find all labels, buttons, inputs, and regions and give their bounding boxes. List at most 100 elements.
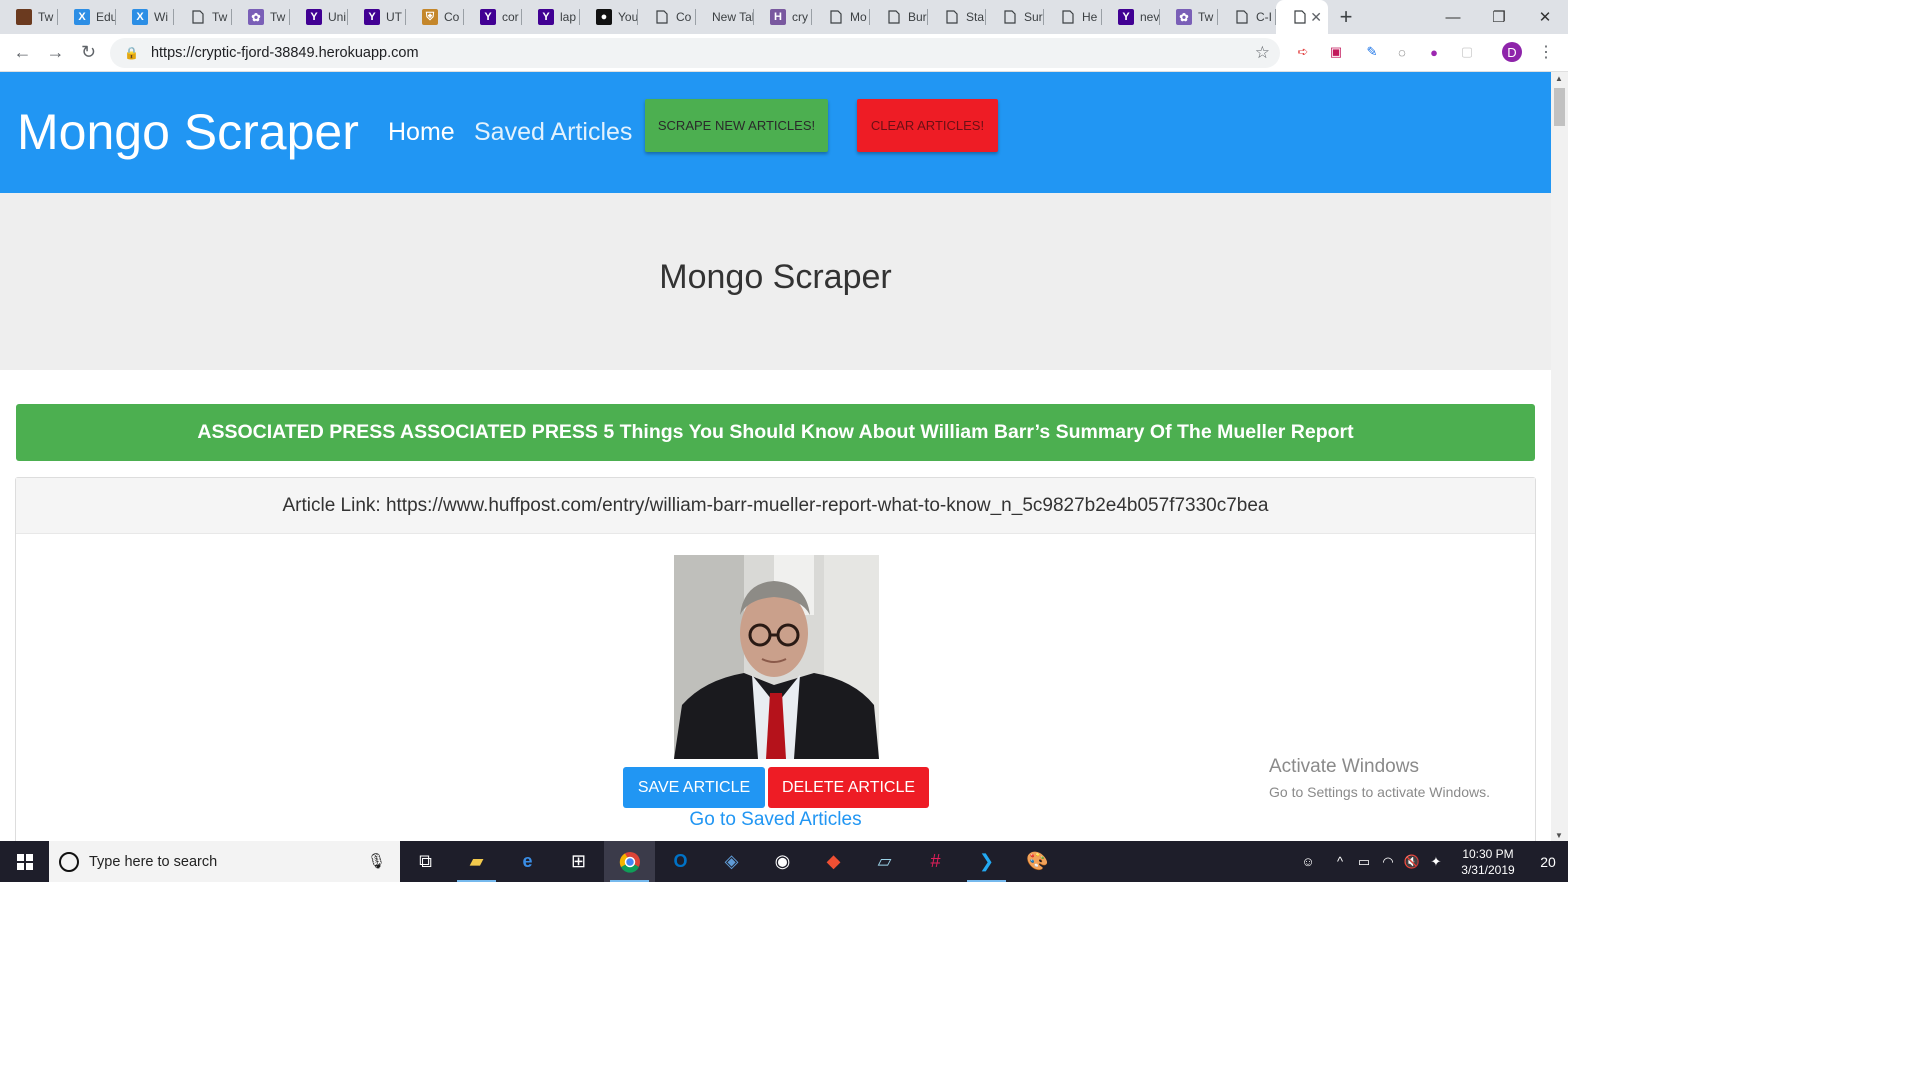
volume-muted-icon[interactable]: 🔇 bbox=[1400, 854, 1424, 870]
extension-pocket-icon[interactable]: ▣ bbox=[1326, 42, 1346, 62]
browser-tab[interactable]: Co bbox=[638, 0, 696, 34]
battery-icon[interactable]: ▭ bbox=[1352, 854, 1376, 870]
extension-gray-icon[interactable]: ▢ bbox=[1457, 42, 1477, 62]
clock-time: 10:30 PM bbox=[1462, 846, 1514, 861]
browser-tab[interactable]: ✿ Tw bbox=[1160, 0, 1218, 34]
browser-menu-icon[interactable]: ⋮ bbox=[1536, 42, 1556, 62]
browser-tab[interactable]: Ylap bbox=[522, 0, 580, 34]
scroll-down-icon[interactable]: ▼ bbox=[1555, 831, 1563, 840]
browser-tab[interactable]: Ycor bbox=[464, 0, 522, 34]
lock-icon: 🔒 bbox=[124, 46, 139, 60]
yahoo-icon: Y bbox=[306, 9, 322, 25]
go-to-saved-articles-link[interactable]: Go to Saved Articles bbox=[16, 809, 1535, 831]
bookmark-star-icon[interactable]: ☆ bbox=[1255, 43, 1270, 63]
windows-logo-icon bbox=[16, 853, 33, 870]
browser-toolbar: ← → ↻ 🔒 https://cryptic-fjord-38849.hero… bbox=[0, 34, 1568, 72]
minimize-button[interactable]: — bbox=[1430, 0, 1476, 34]
paint-icon[interactable]: 🎨 bbox=[1012, 841, 1063, 882]
scrollbar-thumb[interactable] bbox=[1554, 88, 1565, 126]
browser-tab[interactable]: Tw bbox=[0, 0, 58, 34]
tab-title: Uni bbox=[328, 10, 347, 24]
git-icon[interactable]: ◆ bbox=[808, 841, 859, 882]
profile-avatar[interactable]: D bbox=[1502, 42, 1522, 62]
windows-taskbar: Type here to search 🎙 ⧉ ▰ e ⊞ O ◈ ◉ ◆ ▱ … bbox=[0, 841, 1568, 882]
delete-article-button[interactable]: DELETE ARTICLE bbox=[768, 767, 929, 808]
tab-title: Tw bbox=[38, 10, 54, 24]
file-explorer-icon[interactable]: ▰ bbox=[451, 841, 502, 882]
wifi-icon[interactable]: ◠ bbox=[1376, 854, 1400, 870]
outlook-icon[interactable]: O bbox=[655, 841, 706, 882]
taskbar-clock[interactable]: 10:30 PM 3/31/2019 bbox=[1448, 846, 1528, 878]
browser-tab[interactable]: ⛨ Co bbox=[406, 0, 464, 34]
people-icon[interactable]: ☺ bbox=[1296, 854, 1320, 869]
notes-icon[interactable]: ▱ bbox=[859, 841, 910, 882]
x-logo-icon: X bbox=[132, 9, 148, 25]
start-button[interactable] bbox=[0, 841, 49, 882]
nav-home-link[interactable]: Home bbox=[388, 118, 455, 147]
reload-button[interactable]: ↻ bbox=[72, 36, 105, 69]
scrape-articles-button[interactable]: SCRAPE NEW ARTICLES! bbox=[645, 99, 828, 152]
nav-saved-articles-link[interactable]: Saved Articles bbox=[474, 118, 632, 147]
browser-tab[interactable]: New Tal bbox=[696, 0, 754, 34]
article-link[interactable]: Article Link: https://www.huffpost.com/e… bbox=[16, 478, 1535, 534]
dropbox-icon[interactable]: ✦ bbox=[1424, 854, 1448, 870]
extension-pen-icon[interactable]: ✎ bbox=[1362, 42, 1382, 62]
browser-tab[interactable]: Ynev bbox=[1102, 0, 1160, 34]
page-scrollbar[interactable]: ▲ ▼ bbox=[1551, 72, 1568, 841]
browser-tab[interactable]: X Wi bbox=[116, 0, 174, 34]
brown-square-icon bbox=[16, 9, 32, 25]
back-button[interactable]: ← bbox=[6, 36, 39, 69]
extension-arrow-icon[interactable]: ➪ bbox=[1293, 42, 1313, 62]
browser-tab[interactable]: X Edu bbox=[58, 0, 116, 34]
browser-tab[interactable]: ● You bbox=[580, 0, 638, 34]
page-icon bbox=[1234, 9, 1250, 25]
close-window-button[interactable]: ✕ bbox=[1522, 0, 1568, 34]
extension-code-icon[interactable]: ◌ bbox=[1392, 42, 1412, 62]
browser-tab[interactable]: Sur bbox=[986, 0, 1044, 34]
twitch-icon: ✿ bbox=[248, 9, 264, 25]
slack-icon[interactable]: # bbox=[910, 841, 961, 882]
browser-tab[interactable]: Mo bbox=[812, 0, 870, 34]
new-tab-button[interactable]: + bbox=[1328, 0, 1364, 34]
taskbar-search-box[interactable]: Type here to search 🎙 bbox=[49, 841, 400, 882]
forward-button[interactable]: → bbox=[39, 36, 72, 69]
task-view-icon[interactable]: ⧉ bbox=[400, 841, 451, 882]
address-bar[interactable]: 🔒 https://cryptic-fjord-38849.herokuapp.… bbox=[110, 38, 1280, 68]
restore-button[interactable]: ❐ bbox=[1476, 0, 1522, 34]
browser-tab[interactable]: ✿ Tw bbox=[232, 0, 290, 34]
browser-tab[interactable]: Tw bbox=[174, 0, 232, 34]
page-icon bbox=[190, 9, 206, 25]
extension-purple-icon[interactable]: ● bbox=[1424, 42, 1444, 62]
store-icon[interactable]: ⊞ bbox=[553, 841, 604, 882]
active-tab[interactable]: ✕ bbox=[1276, 0, 1328, 34]
mysql-workbench-icon[interactable]: ◈ bbox=[706, 841, 757, 882]
cortana-icon bbox=[59, 851, 79, 872]
tab-title: C-I bbox=[1256, 10, 1272, 24]
tab-title: Co bbox=[444, 10, 460, 24]
watermark-title: Activate Windows bbox=[1269, 756, 1419, 777]
github-desktop-icon[interactable]: ◉ bbox=[757, 841, 808, 882]
edge-icon[interactable]: e bbox=[502, 841, 553, 882]
microphone-icon[interactable]: 🎙 bbox=[367, 852, 386, 870]
browser-tab[interactable]: Bur bbox=[870, 0, 928, 34]
scroll-up-icon[interactable]: ▲ bbox=[1555, 74, 1563, 83]
browser-tab[interactable]: C-I bbox=[1218, 0, 1276, 34]
chrome-icon[interactable] bbox=[604, 841, 655, 882]
vscode-icon[interactable]: ❯ bbox=[961, 841, 1012, 882]
site-brand[interactable]: Mongo Scraper bbox=[17, 102, 359, 162]
page-icon bbox=[1060, 9, 1076, 25]
page-viewport: Mongo Scraper Home Saved Articles SCRAPE… bbox=[0, 72, 1551, 841]
browser-tab[interactable]: Hcry bbox=[754, 0, 812, 34]
tab-title: Tw bbox=[1198, 10, 1214, 24]
browser-tab[interactable]: He bbox=[1044, 0, 1102, 34]
show-hidden-icons[interactable]: ^ bbox=[1328, 854, 1352, 869]
save-article-button[interactable]: SAVE ARTICLE bbox=[623, 767, 765, 808]
browser-tab[interactable]: Sta bbox=[928, 0, 986, 34]
browser-tab[interactable]: Y UT bbox=[348, 0, 406, 34]
clear-articles-button[interactable]: CLEAR ARTICLES! bbox=[857, 99, 998, 152]
notification-center-icon[interactable]: 20 bbox=[1528, 854, 1568, 870]
close-tab-icon[interactable]: ✕ bbox=[1310, 9, 1322, 26]
page-icon bbox=[1292, 9, 1308, 25]
browser-tab[interactable]: Y Uni bbox=[290, 0, 348, 34]
tab-title: nev bbox=[1140, 10, 1160, 24]
